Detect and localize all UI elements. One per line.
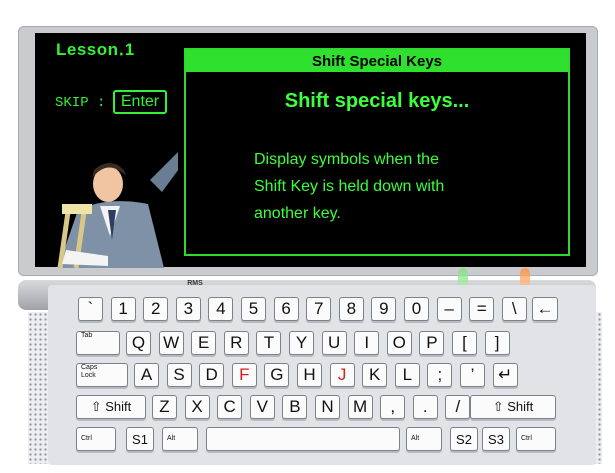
- key-caps-lock[interactable]: Caps Lock: [76, 363, 128, 387]
- key[interactable]: 8: [338, 297, 364, 321]
- key[interactable]: ’: [460, 363, 485, 387]
- key[interactable]: [: [452, 331, 477, 355]
- key[interactable]: –: [436, 297, 462, 321]
- presenter-illustration: [57, 152, 178, 268]
- key-label: Lock: [81, 372, 96, 379]
- panel-body-line: another key.: [254, 205, 341, 222]
- enter-button[interactable]: Enter: [113, 90, 167, 114]
- key[interactable]: ]: [484, 331, 510, 355]
- key-label: Caps: [81, 364, 98, 371]
- key[interactable]: W: [158, 331, 184, 355]
- key-s3[interactable]: S3: [482, 427, 510, 451]
- key[interactable]: Y: [289, 331, 314, 355]
- key-label: Tab: [81, 332, 93, 339]
- key[interactable]: 5: [241, 297, 266, 321]
- key[interactable]: .: [412, 395, 438, 419]
- key-tab[interactable]: Tab: [76, 331, 120, 355]
- key[interactable]: /: [445, 395, 471, 419]
- key[interactable]: 9: [371, 297, 397, 321]
- key[interactable]: O: [386, 331, 412, 355]
- key[interactable]: 0: [404, 297, 429, 321]
- key[interactable]: H: [297, 363, 322, 387]
- key[interactable]: 7: [306, 297, 332, 321]
- key[interactable]: R: [223, 331, 249, 355]
- panel-header: Shift Special Keys: [186, 50, 568, 72]
- panel-heading: Shift special keys...: [284, 90, 470, 112]
- key[interactable]: I: [354, 331, 380, 355]
- key[interactable]: C: [217, 395, 243, 419]
- panel-body-line: Shift Key is held down with: [254, 178, 445, 195]
- key[interactable]: 2: [143, 297, 169, 321]
- key[interactable]: D: [199, 363, 225, 387]
- key[interactable]: X: [184, 395, 210, 419]
- key[interactable]: Q: [126, 331, 151, 355]
- lesson-title: Lesson․1: [56, 40, 135, 59]
- key-space[interactable]: [206, 427, 400, 451]
- key-alt-left[interactable]: Alt: [162, 427, 198, 451]
- key[interactable]: Z: [152, 395, 177, 419]
- key-ctrl-left[interactable]: Ctrl: [76, 427, 116, 451]
- key[interactable]: ←: [532, 297, 558, 321]
- panel-body: Display symbols when the Shift Key is he…: [254, 146, 554, 227]
- key[interactable]: 3: [175, 297, 201, 321]
- key[interactable]: F: [231, 363, 257, 387]
- key[interactable]: 6: [273, 297, 299, 321]
- key-shift-right[interactable]: ⇧ Shift: [470, 395, 556, 419]
- key[interactable]: L: [394, 363, 420, 387]
- key-shift-left[interactable]: ⇧ Shift: [76, 395, 146, 419]
- key[interactable]: T: [256, 331, 282, 355]
- key-alt-right[interactable]: Alt: [406, 427, 442, 451]
- lesson-panel: Shift Special Keys Shift special keys...…: [184, 48, 570, 256]
- key[interactable]: P: [419, 331, 445, 355]
- key[interactable]: `: [78, 297, 103, 321]
- key[interactable]: \: [501, 297, 527, 321]
- key[interactable]: M: [347, 395, 373, 419]
- key[interactable]: E: [191, 331, 217, 355]
- key[interactable]: ,: [380, 395, 406, 419]
- key[interactable]: V: [249, 395, 275, 419]
- key[interactable]: K: [362, 363, 388, 387]
- key[interactable]: U: [321, 331, 347, 355]
- key[interactable]: J: [329, 363, 355, 387]
- key[interactable]: A: [134, 363, 159, 387]
- panel-body-line: Display symbols when the: [254, 151, 439, 168]
- key[interactable]: 4: [208, 297, 234, 321]
- key[interactable]: ↵: [492, 363, 518, 387]
- key-ctrl-right[interactable]: Ctrl: [516, 427, 556, 451]
- key[interactable]: =: [469, 297, 495, 321]
- key-s2[interactable]: S2: [450, 427, 478, 451]
- key[interactable]: 1: [110, 297, 136, 321]
- device: Lesson․1 SKIP : Enter Shift Special Keys…: [0, 0, 615, 473]
- key[interactable]: G: [264, 363, 290, 387]
- key-s1[interactable]: S1: [126, 427, 154, 451]
- skip-label: SKIP :: [55, 95, 106, 111]
- key[interactable]: B: [282, 395, 308, 419]
- key[interactable]: N: [315, 395, 340, 419]
- key[interactable]: ;: [427, 363, 453, 387]
- key[interactable]: S: [166, 363, 192, 387]
